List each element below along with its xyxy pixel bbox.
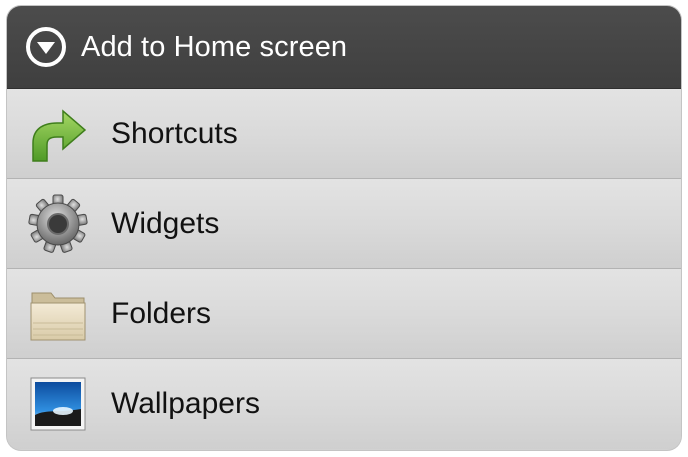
add-to-home-dialog: Add to Home screen Shortcuts Widgets Fol…	[7, 6, 681, 450]
chevron-down-circle-icon	[25, 26, 67, 68]
list-item-widgets[interactable]: Widgets	[7, 179, 681, 269]
dialog-title: Add to Home screen	[81, 30, 348, 63]
list-item-label: Shortcuts	[111, 116, 238, 150]
list-item-wallpapers[interactable]: Wallpapers	[7, 359, 681, 449]
list-item-label: Widgets	[111, 206, 220, 240]
list-item-folders[interactable]: Folders	[7, 269, 681, 359]
options-list: Shortcuts Widgets Folders Wallpapers	[7, 89, 681, 449]
wallpaper-picture-icon	[27, 373, 89, 435]
list-item-label: Wallpapers	[111, 387, 260, 420]
gear-icon	[27, 193, 89, 255]
list-item-shortcuts[interactable]: Shortcuts	[7, 89, 681, 179]
shortcut-arrow-icon	[27, 103, 89, 165]
folder-icon	[27, 283, 89, 345]
dialog-header: Add to Home screen	[7, 6, 681, 89]
list-item-label: Folders	[111, 296, 212, 330]
